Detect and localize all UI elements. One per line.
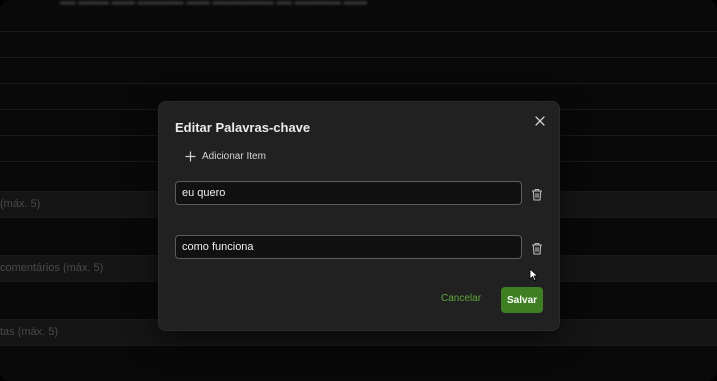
- cancel-button[interactable]: Cancelar: [441, 293, 481, 304]
- bg-field-label: tas (máx. 5): [0, 326, 59, 338]
- dialog-title: Editar Palavras-chave: [175, 120, 311, 135]
- plus-icon: [185, 151, 196, 162]
- save-button[interactable]: Salvar: [501, 287, 543, 313]
- keyword-input-1[interactable]: [175, 181, 522, 205]
- mouse-cursor-icon: [529, 268, 538, 281]
- bg-row: [0, 31, 717, 58]
- close-icon: [535, 116, 545, 126]
- edit-keywords-dialog: Editar Palavras-chave Adicionar Item Can…: [158, 101, 560, 331]
- trash-icon: [532, 242, 542, 255]
- bg-field-label: comentários (máx. 5): [0, 262, 104, 274]
- bg-field-label: (máx. 5): [0, 198, 41, 210]
- screen: ▂▂ ▂▂▂▂ ▂▂▂ ▂▂▂▂▂▂ ▂▂▂ ▂▂▂▂▂▂▂▂ ▂▂ ▂▂▂▂▂…: [0, 0, 717, 381]
- bg-row: [0, 345, 717, 381]
- delete-item-2-button[interactable]: [529, 240, 545, 256]
- bg-row: [0, 57, 717, 84]
- delete-item-1-button[interactable]: [529, 186, 545, 202]
- add-item-label: Adicionar Item: [202, 151, 266, 162]
- trash-icon: [532, 188, 542, 201]
- keyword-input-2[interactable]: [175, 235, 522, 259]
- close-button[interactable]: [531, 112, 549, 130]
- blurred-header-text: ▂▂ ▂▂▂▂ ▂▂▂ ▂▂▂▂▂▂ ▂▂▂ ▂▂▂▂▂▂▂▂ ▂▂ ▂▂▂▂▂…: [60, 0, 420, 5]
- add-item-button[interactable]: Adicionar Item: [185, 151, 266, 162]
